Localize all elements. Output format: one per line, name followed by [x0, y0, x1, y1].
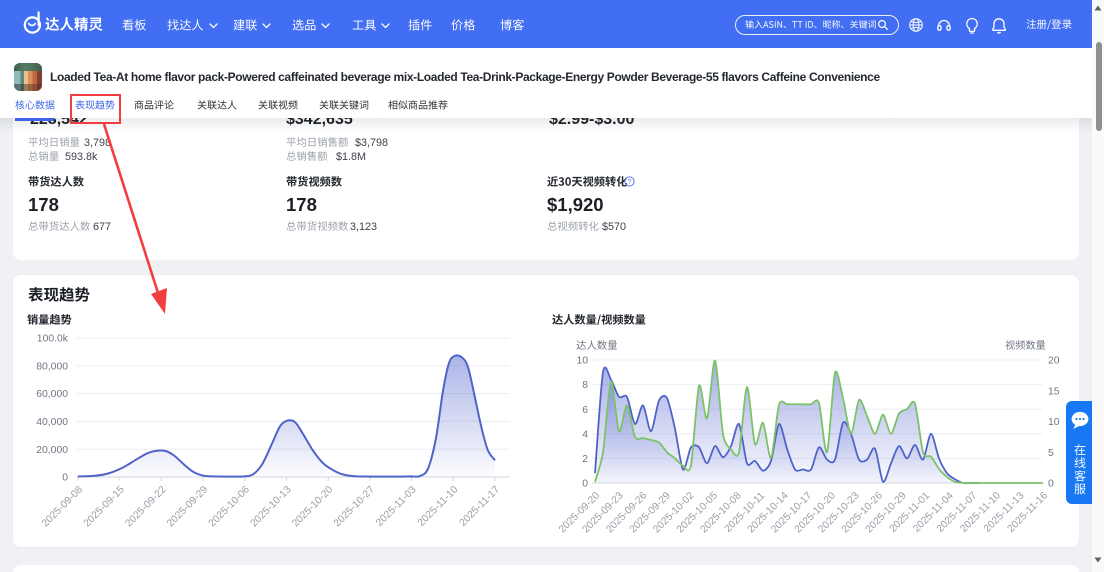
- svg-text:2025-09-15: 2025-09-15: [82, 484, 127, 529]
- svg-text:2025-10-13: 2025-10-13: [249, 484, 294, 529]
- svg-text:5: 5: [1048, 448, 1054, 459]
- svg-text:15: 15: [1048, 386, 1060, 397]
- svg-text:2025-10-20: 2025-10-20: [290, 484, 335, 529]
- svg-text:6: 6: [582, 405, 588, 416]
- svg-text:?: ?: [627, 179, 631, 186]
- svg-text:20,000: 20,000: [36, 445, 68, 456]
- svg-text:2025-10-27: 2025-10-27: [332, 484, 377, 529]
- svg-text:2025-10-06: 2025-10-06: [207, 484, 252, 529]
- svg-text:8: 8: [582, 380, 588, 391]
- svg-text:10: 10: [1048, 417, 1060, 428]
- svg-text:10: 10: [576, 356, 588, 367]
- svg-text:2025-09-29: 2025-09-29: [165, 484, 210, 529]
- svg-text:2025-11-17: 2025-11-17: [458, 484, 503, 529]
- svg-text:0: 0: [582, 479, 588, 490]
- svg-text:2: 2: [582, 454, 588, 465]
- svg-text:100.0k: 100.0k: [37, 334, 69, 345]
- svg-text:0: 0: [1048, 479, 1054, 490]
- svg-text:80,000: 80,000: [36, 361, 68, 372]
- svg-text:40,000: 40,000: [36, 417, 68, 428]
- svg-text:2025-11-10: 2025-11-10: [416, 484, 461, 529]
- svg-text:2025-11-03: 2025-11-03: [374, 484, 419, 529]
- svg-text:60,000: 60,000: [36, 389, 68, 400]
- svg-text:20: 20: [1048, 356, 1060, 367]
- svg-text:2025-09-08: 2025-09-08: [40, 484, 85, 529]
- svg-text:2025-09-22: 2025-09-22: [123, 484, 168, 529]
- svg-text:4: 4: [582, 429, 588, 440]
- svg-text:0: 0: [62, 473, 68, 484]
